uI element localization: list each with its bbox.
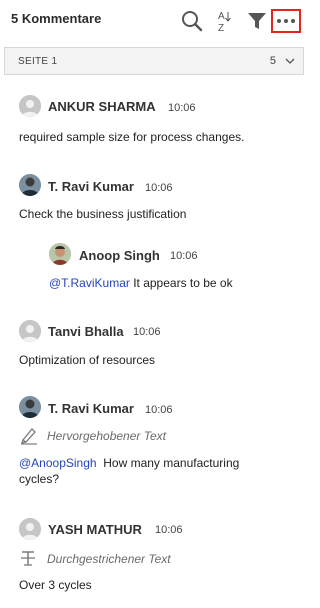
avatar-photo	[19, 396, 41, 418]
comments-count-title: 5 Kommentare	[11, 11, 102, 26]
reply-text: @T.RaviKumar It appears to be ok	[49, 275, 233, 291]
annotation-type-label: Hervorgehobener Text	[47, 429, 166, 443]
comment-time: 10:06	[133, 326, 161, 338]
user-photo-icon	[19, 174, 41, 196]
user-placeholder-icon	[19, 95, 41, 117]
comment-author: T. Ravi Kumar	[48, 179, 134, 194]
reply-author: Anoop Singh	[79, 248, 160, 263]
comment-author: T. Ravi Kumar	[48, 401, 134, 416]
reply-time: 10:06	[170, 250, 198, 262]
page-comment-count: 5	[269, 55, 276, 67]
comment-author: YASH MATHUR	[48, 522, 142, 537]
filter-icon[interactable]	[245, 8, 269, 34]
comment-text-line1: How many manufacturing	[96, 456, 240, 470]
avatar-photo	[19, 174, 41, 196]
avatar-placeholder	[19, 518, 41, 540]
user-placeholder-icon	[19, 518, 41, 540]
comment-text: Check the business justification	[19, 207, 187, 221]
user-mention[interactable]: @T.RaviKumar	[49, 276, 130, 290]
comment-text: required sample size for process changes…	[19, 130, 245, 144]
user-mention[interactable]: @AnoopSingh	[19, 456, 97, 470]
annotation-type-label: Durchgestrichener Text	[47, 552, 171, 566]
comment-time: 10:06	[145, 182, 173, 194]
comment-text-line2: cycles?	[19, 472, 60, 486]
comment-text: Over 3 cycles	[19, 578, 92, 592]
comments-header: 5 Kommentare A Z	[0, 0, 306, 44]
sort-letter-z: Z	[218, 23, 224, 34]
avatar-placeholder	[19, 320, 41, 342]
user-placeholder-icon	[19, 320, 41, 342]
sort-icon[interactable]: A Z	[213, 8, 237, 34]
user-photo-icon	[49, 243, 71, 265]
search-icon[interactable]	[180, 8, 204, 34]
more-icon	[277, 19, 295, 23]
strikethrough-icon	[21, 551, 35, 566]
comment-text: Optimization of resources	[19, 353, 156, 367]
comment-text: @AnoopSingh How many manufacturing	[19, 455, 239, 471]
avatar-placeholder	[19, 95, 41, 117]
avatar-photo	[49, 243, 71, 265]
sort-letter-a: A	[218, 11, 225, 22]
chevron-down-icon	[285, 58, 295, 64]
user-photo-icon	[19, 396, 41, 418]
comment-time: 10:06	[145, 404, 173, 416]
comment-time: 10:06	[155, 524, 183, 536]
page-selector[interactable]: SEITE 1 5	[4, 47, 304, 75]
more-options-button[interactable]	[271, 9, 301, 33]
comment-time: 10:06	[168, 102, 196, 114]
page-label: SEITE 1	[18, 56, 58, 67]
comment-author: ANKUR SHARMA	[48, 99, 156, 114]
reply-text-content: It appears to be ok	[129, 276, 233, 290]
highlighter-icon	[21, 428, 37, 445]
comment-author: Tanvi Bhalla	[48, 324, 124, 339]
